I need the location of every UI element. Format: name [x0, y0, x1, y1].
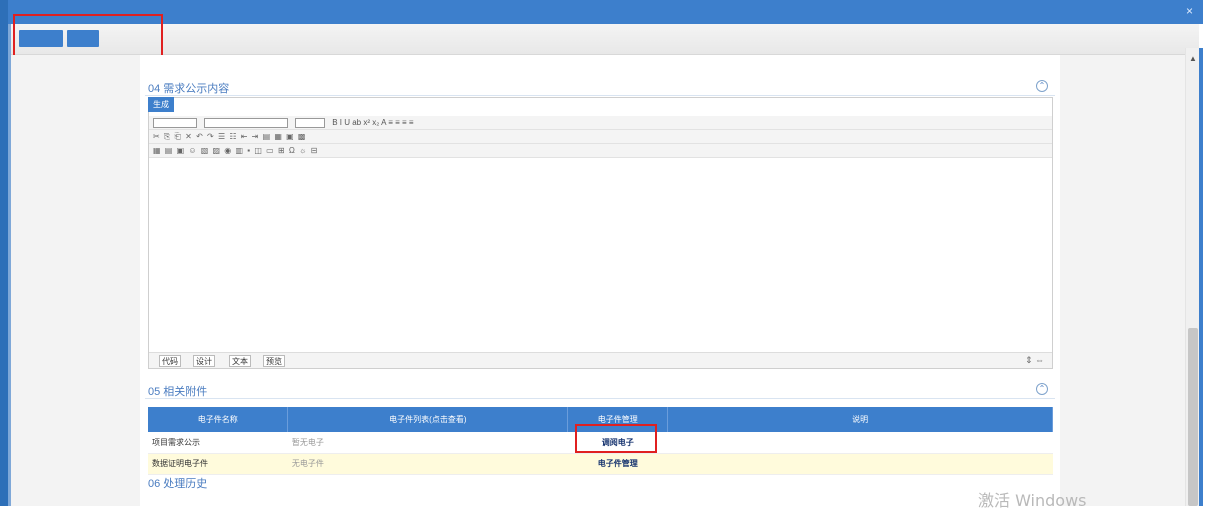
generate-button[interactable]: 生成: [148, 97, 174, 112]
collapse-icon[interactable]: ⌃: [1036, 80, 1048, 92]
font-size-select[interactable]: [295, 118, 326, 128]
window-title-bar: ×: [8, 0, 1203, 24]
section-title-content: 04 需求公示内容: [148, 83, 230, 95]
table-row: 数据证明电子件 无电子件 电子件管理: [148, 453, 1053, 475]
col-header-note: 说明: [667, 407, 1053, 432]
editor-format-bar: B I U ab x² x₂ A ≡ ≡ ≡ ≡: [149, 116, 1052, 130]
attachment-note: [667, 432, 1053, 454]
scrollbar-thumb[interactable]: [1188, 328, 1198, 506]
vertical-scrollbar[interactable]: ▲: [1185, 48, 1199, 506]
section-divider: [145, 95, 1055, 96]
attachment-note: [667, 453, 1053, 475]
resize-icon[interactable]: ⇕ ⇔: [1025, 355, 1044, 366]
attachment-list: 暂无电子: [287, 432, 568, 454]
col-header-name: 电子件名称: [148, 407, 289, 432]
window-right-border: [1199, 48, 1203, 506]
insert-icons[interactable]: ▦ ▤ ▣ ☺ ▧ ▨ ◉ ▥ ▪ ◫ ▭ ⊞ Ω ☼ ⊟: [153, 146, 318, 156]
section-divider: [145, 398, 1055, 399]
edit-icons[interactable]: ✂ ⎘ ⎗ ✕ ↶ ↷ ☰ ☷ ⇤ ⇥ ▤ ▦ ▣ ▩: [153, 132, 307, 142]
scroll-up-icon[interactable]: ▲: [1189, 54, 1197, 63]
editor-mode-bar: 代码 设计 文本 预览 ⇕ ⇔: [149, 352, 1052, 368]
activation-watermark: 激活 Windows: [978, 491, 1087, 510]
section-title-attachments: 05 相关附件: [148, 386, 208, 398]
tab-text[interactable]: 文本: [229, 355, 251, 367]
editor-insert-bar: ▦ ▤ ▣ ☺ ▧ ▨ ◉ ▥ ▪ ◫ ▭ ⊞ Ω ☼ ⊟: [149, 144, 1052, 158]
attachment-name: 项目需求公示: [148, 432, 288, 454]
attachment-list: 无电子件: [287, 453, 568, 475]
tab-code[interactable]: 代码: [159, 355, 181, 367]
editor-edit-bar: ✂ ⎘ ⎗ ✕ ↶ ↷ ☰ ☷ ⇤ ⇥ ▤ ▦ ▣ ▩: [149, 130, 1052, 144]
highlight-box-toolbar: [13, 14, 163, 59]
attachment-name: 数据证明电子件: [148, 453, 288, 475]
tab-preview[interactable]: 预览: [263, 355, 285, 367]
window-left-edge: [0, 0, 8, 506]
collapse-icon[interactable]: ⌃: [1036, 383, 1048, 395]
action-toolbar: [11, 24, 1199, 55]
close-icon[interactable]: ×: [1186, 4, 1193, 18]
rich-text-editor[interactable]: B I U ab x² x₂ A ≡ ≡ ≡ ≡ ✂ ⎘ ⎗ ✕ ↶ ↷ ☰ ☷…: [148, 97, 1053, 369]
paragraph-style-select[interactable]: [153, 118, 197, 128]
tab-design[interactable]: 设计: [193, 355, 215, 367]
highlight-box-manage: [575, 424, 657, 453]
attachment-manage-link[interactable]: 电子件管理: [567, 453, 668, 475]
col-header-list: 电子件列表(点击查看): [287, 407, 569, 432]
format-icons[interactable]: B I U ab x² x₂ A ≡ ≡ ≡ ≡: [332, 118, 413, 127]
section-title-history: 06 处理历史: [148, 478, 208, 490]
font-family-select[interactable]: [204, 118, 289, 128]
